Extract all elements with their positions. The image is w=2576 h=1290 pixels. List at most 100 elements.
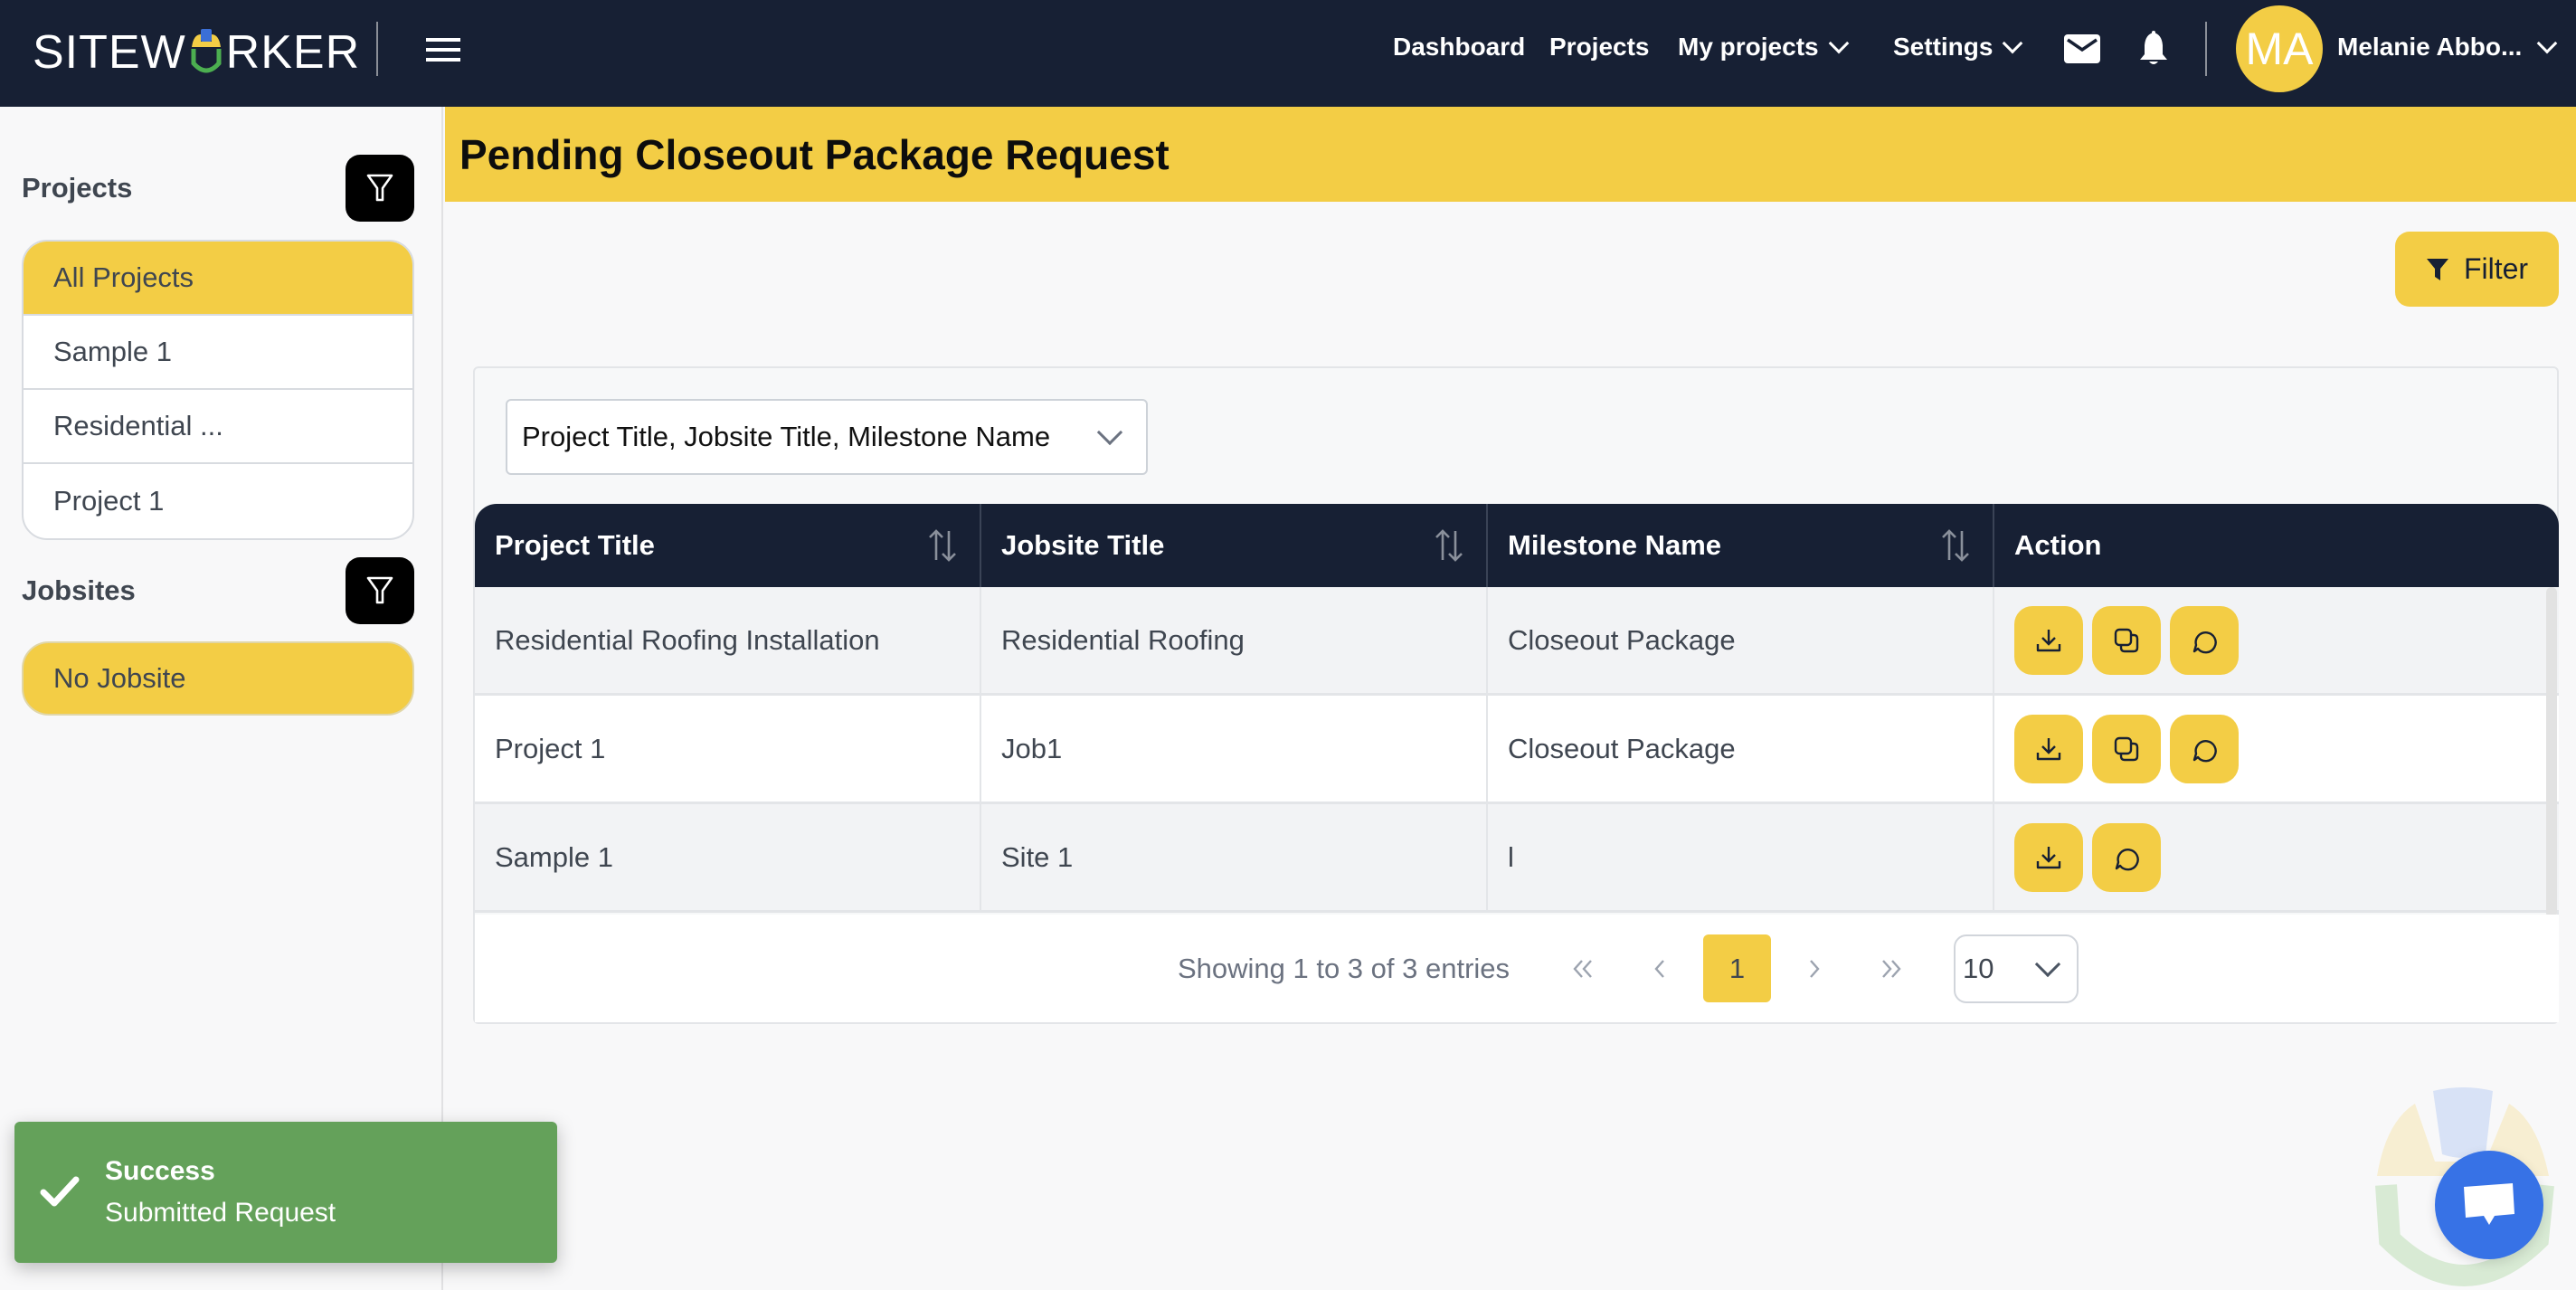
cell-project-title: Residential Roofing Installation xyxy=(475,587,981,693)
column-select-dropdown[interactable]: Project Title, Jobsite Title, Milestone … xyxy=(506,399,1148,475)
filter-icon xyxy=(2426,258,2448,280)
sidebar-item-sample-1[interactable]: Sample 1 xyxy=(24,316,412,390)
projects-list: All Projects Sample 1 Residential ... Pr… xyxy=(22,240,414,540)
nav-settings[interactable]: Settings xyxy=(1893,33,2023,62)
sidebar-item-project-1[interactable]: Project 1 xyxy=(24,464,412,538)
download-icon xyxy=(2036,629,2061,651)
menu-toggle-icon[interactable] xyxy=(426,36,460,62)
table-card: Project Title, Jobsite Title, Milestone … xyxy=(473,366,2559,1024)
comment-button[interactable] xyxy=(2170,714,2239,783)
cell-project-title: Project 1 xyxy=(475,696,981,802)
chevron-down-icon xyxy=(1096,419,1123,446)
requests-table: Project Title Jobsite Title Milestone Na… xyxy=(475,504,2559,918)
cell-milestone-name: Closeout Package xyxy=(1488,587,1994,693)
chevron-down-icon xyxy=(2034,951,2061,977)
sort-icon[interactable] xyxy=(1434,527,1464,564)
sidebar: Projects All Projects Sample 1 Residenti… xyxy=(0,107,443,1290)
cell-actions xyxy=(1994,696,2559,802)
page-1-button[interactable]: 1 xyxy=(1703,934,1772,1002)
comment-icon xyxy=(2115,848,2139,870)
cell-actions xyxy=(1994,804,2559,910)
download-icon xyxy=(2036,737,2061,760)
column-header-label: Milestone Name xyxy=(1508,529,1722,561)
first-page-button[interactable] xyxy=(1546,958,1622,980)
column-header-label: Action xyxy=(2014,529,2102,561)
download-button[interactable] xyxy=(2014,822,2083,892)
cell-project-title: Sample 1 xyxy=(475,804,981,910)
column-header-jobsite-title[interactable]: Jobsite Title xyxy=(981,504,1488,587)
column-header-milestone-name[interactable]: Milestone Name xyxy=(1488,504,1994,587)
double-chevron-left-icon xyxy=(1573,959,1592,978)
toast-message: Submitted Request xyxy=(105,1198,336,1228)
projects-section-title: Projects xyxy=(22,172,133,204)
toast-title: Success xyxy=(105,1155,215,1186)
sidebar-item-no-jobsite[interactable]: No Jobsite xyxy=(22,641,414,716)
user-avatar[interactable]: MA xyxy=(2236,5,2323,92)
table-row: Sample 1 Site 1 l xyxy=(475,804,2559,913)
sitework-logo[interactable]: SITEW RKER xyxy=(33,25,360,80)
sort-icon[interactable] xyxy=(927,527,958,564)
nav-projects[interactable]: Projects xyxy=(1549,33,1650,62)
helmet-logo-icon xyxy=(188,27,224,78)
jobsites-section-header: Jobsites xyxy=(22,555,414,627)
chevron-down-icon xyxy=(2003,33,2023,54)
nav-dashboard-label: Dashboard xyxy=(1393,33,1526,61)
nav-divider xyxy=(2205,22,2207,76)
sort-icon[interactable] xyxy=(1940,527,1971,564)
nav-my-projects[interactable]: My projects xyxy=(1678,33,1849,62)
sidebar-item-all-projects[interactable]: All Projects xyxy=(24,242,412,316)
logo-divider xyxy=(376,22,378,76)
cell-milestone-name: Closeout Package xyxy=(1488,696,1994,802)
funnel-icon xyxy=(366,174,393,202)
copy-icon xyxy=(2114,628,2139,652)
pagination-info: Showing 1 to 3 of 3 entries xyxy=(1177,952,1511,984)
column-select-value: Project Title, Jobsite Title, Milestone … xyxy=(522,421,1051,452)
checkmark-icon xyxy=(40,1176,80,1207)
cell-jobsite-title: Residential Roofing xyxy=(981,587,1488,693)
comment-button[interactable] xyxy=(2170,605,2239,675)
table-scrollbar[interactable] xyxy=(2546,587,2557,918)
success-toast[interactable]: Success Submitted Request xyxy=(14,1122,557,1263)
chat-icon xyxy=(2464,1183,2514,1225)
copy-button[interactable] xyxy=(2092,714,2161,783)
filter-button[interactable]: Filter xyxy=(2395,232,2559,307)
download-button[interactable] xyxy=(2014,714,2083,783)
funnel-icon xyxy=(366,576,393,604)
cell-jobsite-title: Job1 xyxy=(981,696,1488,802)
nav-my-projects-label: My projects xyxy=(1678,33,1819,61)
bell-icon[interactable] xyxy=(2138,31,2169,71)
page-title: Pending Closeout Package Request xyxy=(459,130,1170,178)
download-button[interactable] xyxy=(2014,605,2083,675)
mail-icon[interactable] xyxy=(2064,34,2100,68)
chevron-left-icon xyxy=(1654,959,1664,978)
copy-button[interactable] xyxy=(2092,605,2161,675)
double-chevron-right-icon xyxy=(1882,959,1901,978)
nav-dashboard[interactable]: Dashboard xyxy=(1393,33,1525,62)
nav-projects-label: Projects xyxy=(1549,33,1650,61)
chat-launcher-button[interactable] xyxy=(2435,1151,2543,1259)
logo-text-left: SITEW xyxy=(33,26,186,79)
table-header: Project Title Jobsite Title Milestone Na… xyxy=(475,504,2559,587)
sidebar-item-label: No Jobsite xyxy=(53,662,186,694)
rows-per-page-select[interactable]: 10 xyxy=(1954,934,2079,1003)
projects-filter-button[interactable] xyxy=(346,155,414,222)
user-menu[interactable]: Melanie Abbo... xyxy=(2337,33,2558,62)
sidebar-item-residential[interactable]: Residential ... xyxy=(24,390,412,464)
jobsites-filter-button[interactable] xyxy=(346,557,414,624)
table-row: Project 1 Job1 Closeout Package xyxy=(475,696,2559,804)
table-row: Residential Roofing Installation Residen… xyxy=(475,587,2559,696)
jobsites-section-title: Jobsites xyxy=(22,574,136,606)
avatar-initials: MA xyxy=(2245,24,2314,74)
last-page-button[interactable] xyxy=(1852,958,1928,980)
prev-page-button[interactable] xyxy=(1622,958,1698,980)
download-icon xyxy=(2036,846,2061,868)
sidebar-item-label: Project 1 xyxy=(53,485,165,517)
chevron-down-icon xyxy=(2536,33,2558,54)
column-header-project-title[interactable]: Project Title xyxy=(475,504,981,587)
page-header: Pending Closeout Package Request xyxy=(445,107,2576,202)
column-header-label: Jobsite Title xyxy=(1001,529,1165,561)
sidebar-item-label: Residential ... xyxy=(53,410,223,441)
nav-settings-label: Settings xyxy=(1893,33,1994,61)
comment-button[interactable] xyxy=(2092,822,2161,892)
next-page-button[interactable] xyxy=(1776,958,1852,980)
